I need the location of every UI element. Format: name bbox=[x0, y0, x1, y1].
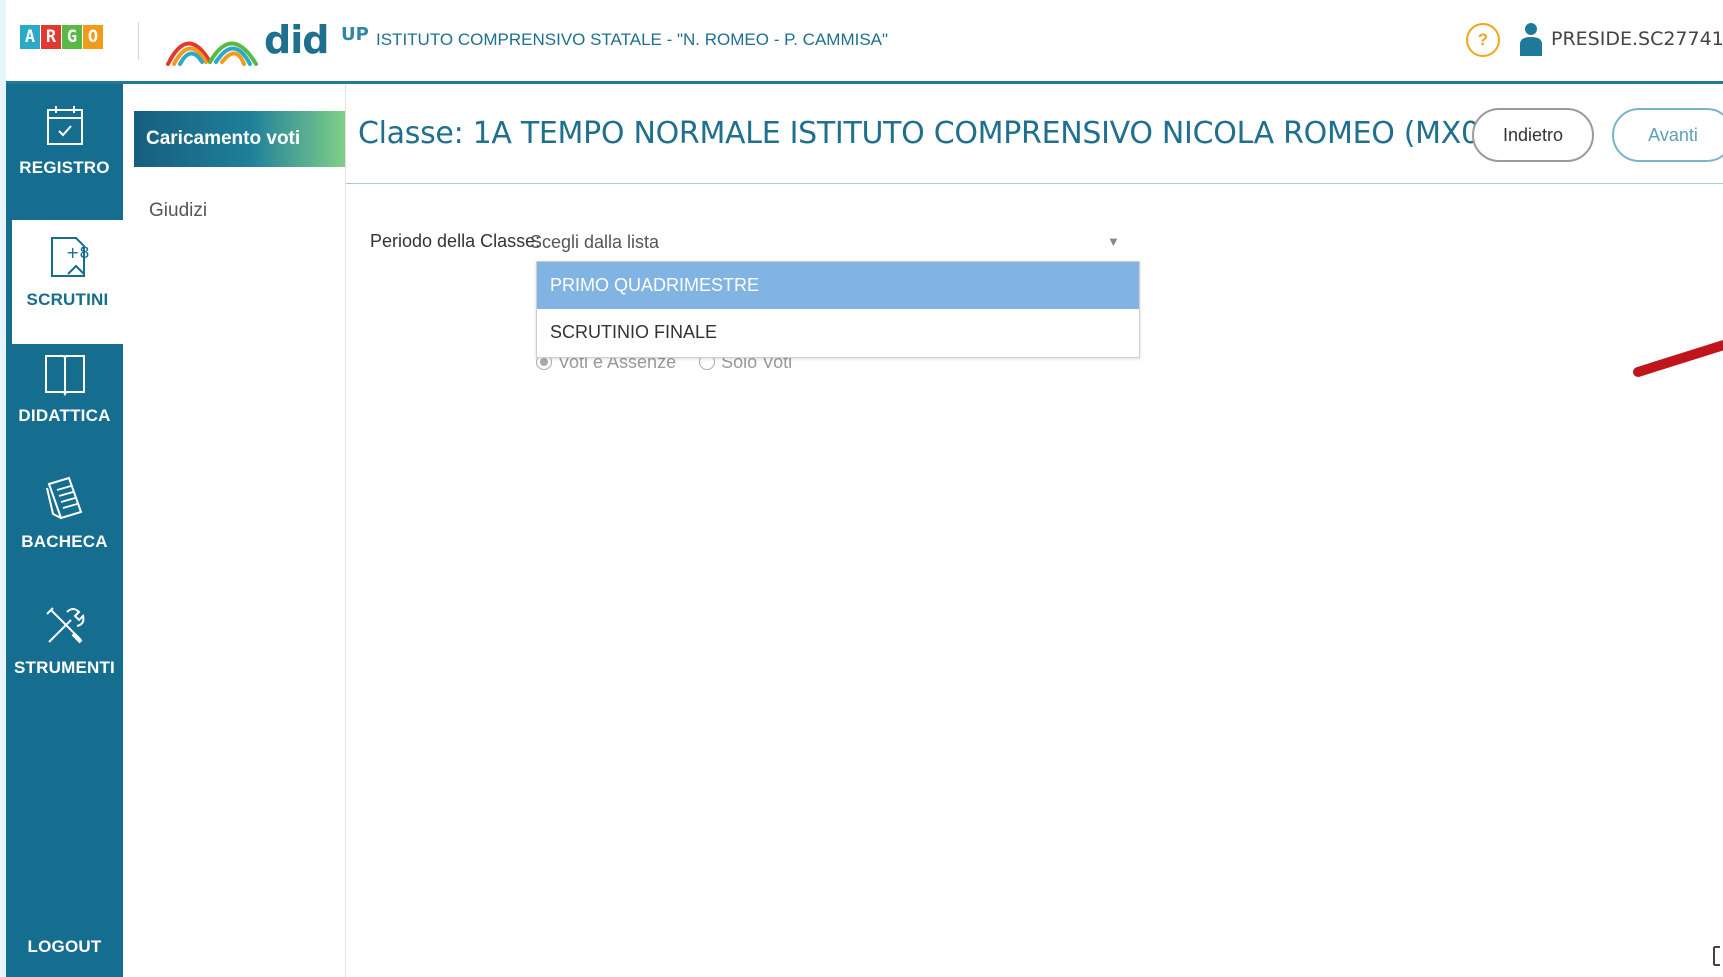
main-content: Classe: 1A TEMPO NORMALE ISTITUTO COMPRE… bbox=[346, 84, 1723, 977]
period-dropdown-list: PRIMO QUADRIMESTRE SCRUTINIO FINALE bbox=[536, 261, 1140, 358]
back-button[interactable]: Indietro bbox=[1472, 108, 1594, 162]
sidebar-item-scrutini[interactable]: +8 SCRUTINI bbox=[12, 220, 123, 344]
calendar-check-icon bbox=[46, 106, 83, 145]
top-header: A R G O did UP ISTITUTO COMPRENSIVO STAT… bbox=[6, 0, 1723, 84]
submenu-item-giudizi[interactable]: Giudizi bbox=[149, 200, 207, 222]
user-icon[interactable] bbox=[1519, 22, 1543, 56]
sidebar-item-label: SCRUTINI bbox=[26, 290, 109, 309]
header-divider bbox=[138, 22, 139, 60]
help-icon[interactable]: ? bbox=[1466, 23, 1500, 57]
sub-navigation: Caricamento voti Giudizi bbox=[123, 84, 346, 977]
argo-letter: O bbox=[83, 25, 103, 49]
sidebar-item-logout[interactable]: LOGOUT bbox=[6, 937, 123, 957]
svg-text:+8: +8 bbox=[66, 243, 90, 262]
book-icon bbox=[44, 355, 85, 396]
tools-icon bbox=[45, 607, 84, 644]
sidebar-item-label: BACHECA bbox=[21, 532, 108, 551]
chevron-down-icon: ▼ bbox=[1107, 234, 1120, 249]
sidebar-item-label: LOGOUT bbox=[27, 937, 102, 956]
sidebar-item-label: STRUMENTI bbox=[14, 658, 115, 677]
argo-letter: G bbox=[62, 25, 82, 49]
sidebar-item-didattica[interactable]: DIDATTICA bbox=[6, 352, 123, 426]
period-label: Periodo della Classe: bbox=[370, 231, 541, 251]
user-name[interactable]: PRESIDE.SC27741 bbox=[1551, 28, 1723, 50]
argo-logo: A R G O bbox=[20, 25, 103, 49]
title-bar: Classe: 1A TEMPO NORMALE ISTITUTO COMPRE… bbox=[346, 84, 1723, 184]
rainbow-logo-icon bbox=[166, 41, 258, 66]
resize-corner-icon bbox=[1713, 946, 1720, 966]
sidebar-item-bacheca[interactable]: BACHECA bbox=[6, 474, 123, 552]
page-title: Classe: 1A TEMPO NORMALE ISTITUTO COMPRE… bbox=[358, 116, 1510, 151]
notepad-icon bbox=[45, 476, 82, 520]
period-option-primo-quadrimestre[interactable]: PRIMO QUADRIMESTRE bbox=[537, 262, 1139, 309]
submenu-item-caricamento-voti[interactable]: Caricamento voti bbox=[134, 111, 345, 167]
period-select[interactable]: Scegli dalla lista ▼ bbox=[529, 224, 1139, 260]
period-option-scrutinio-finale[interactable]: SCRUTINIO FINALE bbox=[537, 309, 1139, 356]
grade-up-icon: +8 bbox=[50, 237, 90, 277]
sidebar-item-registro[interactable]: REGISTRO bbox=[6, 104, 123, 178]
sidebar-item-label: DIDATTICA bbox=[18, 406, 111, 425]
annotation-arrow-icon bbox=[1633, 340, 1723, 377]
app-window: A R G O did UP ISTITUTO COMPRENSIVO STAT… bbox=[6, 0, 1723, 977]
period-select-value: Scegli dalla lista bbox=[530, 232, 660, 252]
sidebar-item-label: REGISTRO bbox=[19, 158, 110, 177]
argo-letter: A bbox=[20, 25, 40, 49]
main-sidebar: REGISTRO +8 SCRUTINI DIDATTICA BACHECA S… bbox=[6, 84, 123, 977]
app-suffix: UP bbox=[341, 24, 369, 45]
school-name: ISTITUTO COMPRENSIVO STATALE - "N. ROMEO… bbox=[376, 30, 889, 49]
sidebar-item-strumenti[interactable]: STRUMENTI bbox=[6, 604, 123, 678]
app-name: did bbox=[264, 18, 329, 62]
next-button[interactable]: Avanti bbox=[1612, 108, 1723, 162]
argo-letter: R bbox=[41, 25, 61, 49]
